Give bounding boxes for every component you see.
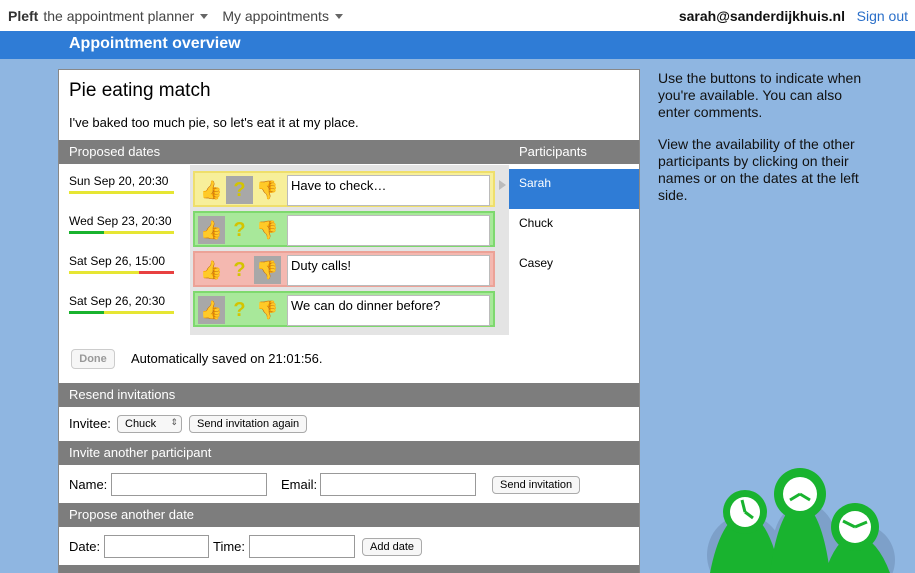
app-logo[interactable]: Pleft bbox=[8, 8, 38, 24]
date-field[interactable] bbox=[104, 535, 209, 558]
thumbs-up-icon[interactable]: 👍 bbox=[198, 216, 225, 244]
comment-input[interactable]: Have to check… bbox=[287, 175, 490, 206]
date-label[interactable]: Sat Sep 26, 15:00 bbox=[69, 254, 165, 268]
chevron-down-icon bbox=[334, 14, 343, 19]
select-arrows-icon: ⇕ bbox=[170, 417, 178, 427]
invitee-label: Invitee: bbox=[69, 416, 111, 431]
participant-sarah[interactable]: Sarah bbox=[509, 169, 639, 209]
done-button[interactable]: Done bbox=[71, 349, 115, 369]
comment-input[interactable] bbox=[287, 215, 490, 246]
comment-input[interactable]: Duty calls! bbox=[287, 255, 490, 286]
comment-input[interactable]: We can do dinner before? bbox=[287, 295, 490, 326]
thumbs-down-icon[interactable]: 👎 bbox=[254, 176, 281, 204]
user-email: sarah@sanderdijkhuis.nl bbox=[678, 7, 845, 24]
propose-header: Propose another date bbox=[59, 503, 639, 527]
appointment-description: I've baked too much pie, so let's eat it… bbox=[69, 115, 359, 130]
question-icon[interactable]: ? bbox=[226, 176, 253, 204]
clock-mascots-illustration bbox=[707, 468, 895, 573]
email-field[interactable] bbox=[320, 473, 476, 496]
chevron-down-icon bbox=[200, 14, 209, 19]
participant-chuck[interactable]: Chuck bbox=[509, 209, 639, 249]
help-text-view: View the availability of the other parti… bbox=[658, 136, 859, 203]
resend-header: Resend invitations bbox=[59, 383, 639, 407]
proposed-dates-header: Proposed dates Participants bbox=[59, 140, 639, 164]
yes-segment bbox=[69, 231, 104, 234]
thumbs-up-icon[interactable]: 👍 bbox=[198, 296, 225, 324]
next-section-header bbox=[59, 565, 639, 573]
participant-casey[interactable]: Casey bbox=[509, 249, 639, 289]
appointment-title: Pie eating match bbox=[69, 80, 211, 101]
invitee-select[interactable]: Chuck ⇕ bbox=[117, 415, 182, 433]
voting-grid: 👍 ? 👎 Have to check… 👍 ? 👎 👍 ? 👎 Duty ca… bbox=[190, 165, 509, 335]
invitee-value: Chuck bbox=[125, 418, 157, 430]
app-menu-label: the appointment planner bbox=[43, 7, 195, 24]
date-label[interactable]: Sat Sep 26, 20:30 bbox=[69, 294, 165, 308]
send-invitation-again-button[interactable]: Send invitation again bbox=[189, 415, 308, 433]
top-navigation: Pleft the appointment planner My appoint… bbox=[0, 0, 915, 31]
email-label: Email: bbox=[281, 477, 318, 492]
date-label[interactable]: Wed Sep 23, 20:30 bbox=[69, 214, 172, 228]
proposed-dates-title: Proposed dates bbox=[69, 144, 161, 159]
time-field-label: Time: bbox=[213, 539, 246, 554]
question-icon[interactable]: ? bbox=[226, 256, 253, 284]
page-header: Appointment overview bbox=[0, 31, 915, 59]
time-field[interactable] bbox=[249, 535, 355, 558]
vote-row: 👍 ? 👎 bbox=[193, 211, 495, 247]
date-field-label: Date: bbox=[69, 539, 101, 554]
question-icon[interactable]: ? bbox=[226, 216, 253, 244]
name-field[interactable] bbox=[111, 473, 267, 496]
date-label[interactable]: Sun Sep 20, 20:30 bbox=[69, 174, 168, 188]
vote-row: 👍 ? 👎 Have to check… bbox=[193, 171, 495, 207]
thumbs-down-icon[interactable]: 👎 bbox=[254, 216, 281, 244]
invite-header: Invite another participant bbox=[59, 441, 639, 465]
question-icon[interactable]: ? bbox=[226, 296, 253, 324]
no-segment bbox=[139, 271, 174, 274]
my-appointments-menu[interactable]: My appointments bbox=[222, 8, 343, 24]
name-label: Name: bbox=[69, 477, 108, 492]
page-title: Appointment overview bbox=[69, 35, 241, 52]
participants-title: Participants bbox=[519, 144, 587, 159]
my-appointments-label: My appointments bbox=[222, 7, 329, 24]
availability-bar bbox=[69, 271, 174, 274]
availability-bar bbox=[69, 191, 174, 194]
availability-bar bbox=[69, 231, 174, 234]
thumbs-down-icon[interactable]: 👎 bbox=[254, 296, 281, 324]
help-text-availability: Use the buttons to indicate when you're … bbox=[658, 70, 862, 120]
vote-row: 👍 ? 👎 Duty calls! bbox=[193, 251, 495, 287]
thumbs-up-icon[interactable]: 👍 bbox=[198, 176, 225, 204]
selection-pointer-icon bbox=[499, 180, 506, 190]
vote-row: 👍 ? 👎 We can do dinner before? bbox=[193, 291, 495, 327]
app-menu[interactable]: the appointment planner bbox=[43, 7, 209, 24]
appointment-panel: Pie eating match I've baked too much pie… bbox=[58, 69, 640, 573]
thumbs-up-icon[interactable]: 👍 bbox=[198, 256, 225, 284]
sign-out-link[interactable]: Sign out bbox=[857, 8, 908, 24]
add-date-button[interactable]: Add date bbox=[362, 538, 423, 556]
yes-segment bbox=[69, 311, 104, 314]
save-status: Automatically saved on 21:01:56. bbox=[131, 351, 323, 366]
availability-bar bbox=[69, 311, 174, 314]
send-invitation-button[interactable]: Send invitation bbox=[492, 476, 581, 494]
thumbs-down-icon[interactable]: 👎 bbox=[254, 256, 281, 284]
